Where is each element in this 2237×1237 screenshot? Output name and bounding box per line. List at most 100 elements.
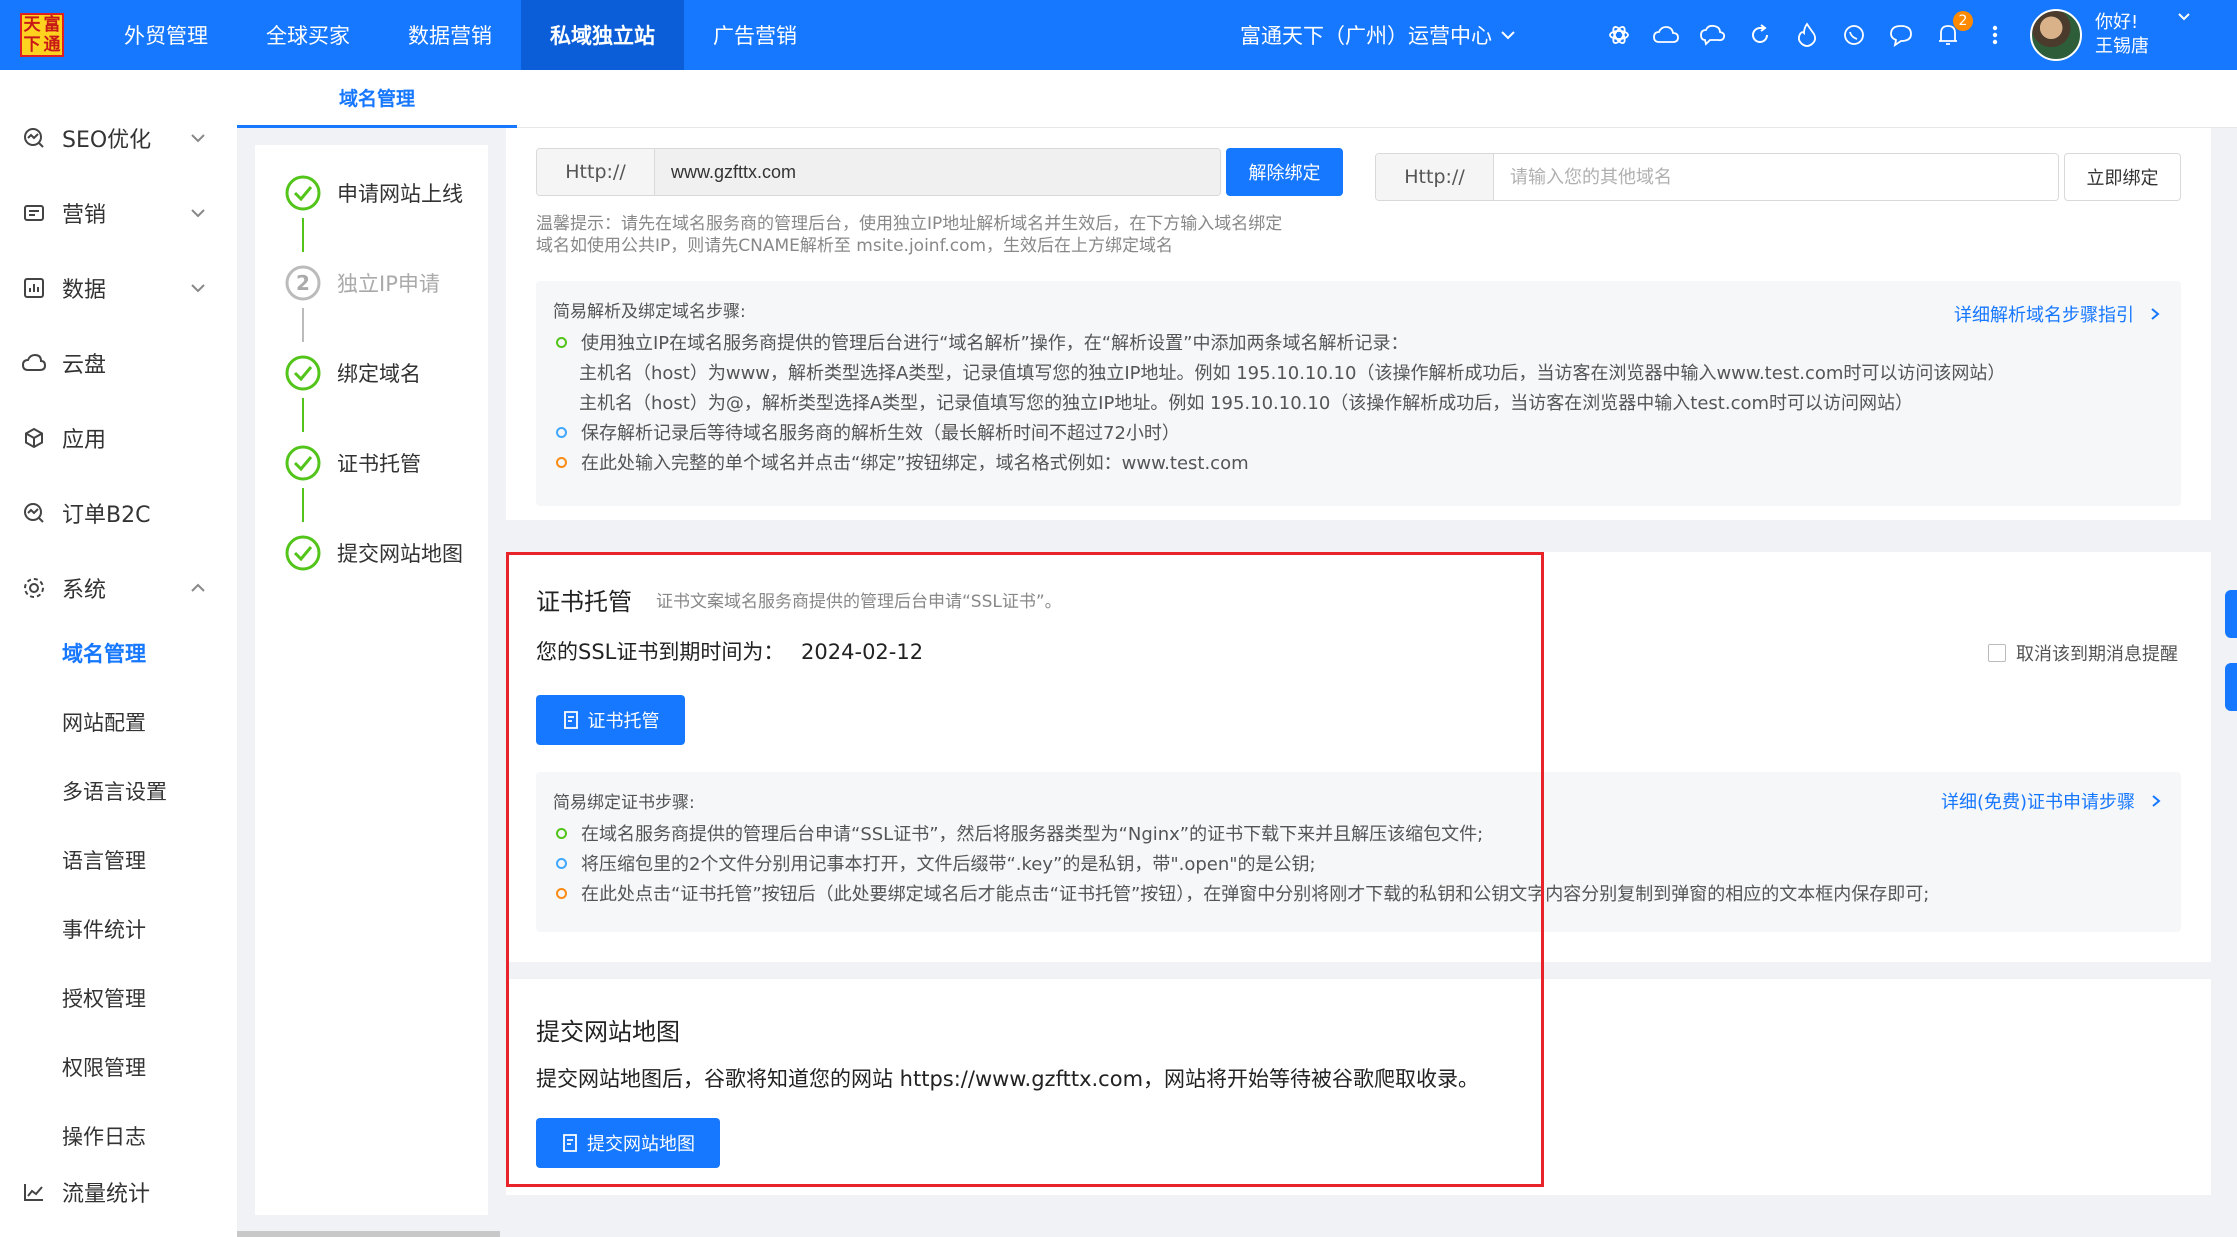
unbind-button[interactable]: 解除绑定: [1226, 148, 1343, 196]
step-submit-sitemap[interactable]: 提交网站地图: [285, 535, 463, 571]
sidebar-sub-authorization[interactable]: 授权管理: [0, 975, 237, 1021]
button-label: 证书托管: [587, 711, 660, 732]
step-connector: [302, 308, 304, 342]
dns-guide-title: 简易解析及绑定域名步骤:: [553, 302, 746, 322]
bound-domain-input[interactable]: [655, 149, 1220, 195]
cert-expiry: 您的SSL证书到期时间为： 2024-02-12: [536, 636, 923, 666]
bell-icon[interactable]: 2: [1934, 10, 1973, 49]
protocol-prefix: Http://: [537, 149, 655, 195]
sidebar-item-traffic[interactable]: 流量统计: [0, 1167, 237, 1217]
chevron-down-icon[interactable]: [2177, 12, 2191, 22]
nav-private-site[interactable]: 私域独立站: [521, 0, 684, 70]
dns-guide-substep: 主机名（host）为@，解析类型选择A类型，记录值填写您的独立IP地址。例如 1…: [579, 393, 1914, 414]
chat-icon[interactable]: [1887, 22, 1914, 49]
nav-foreign-trade[interactable]: 外贸管理: [95, 0, 237, 70]
refresh-icon[interactable]: [1746, 22, 1773, 49]
button-label: 提交网站地图: [587, 1134, 695, 1155]
step-dot: [556, 426, 567, 438]
step-number: 2: [296, 271, 310, 295]
edit-doc-icon: [563, 711, 578, 729]
submit-sitemap-button[interactable]: 提交网站地图: [536, 1118, 720, 1168]
step-ip-application[interactable]: 2 独立IP申请: [285, 265, 440, 301]
cert-guide-link[interactable]: 详细(免费)证书申请步骤: [1941, 788, 2161, 814]
marketing-icon: [22, 201, 46, 225]
step-connector: [302, 398, 304, 432]
sidebar-item-data[interactable]: 数据: [0, 263, 237, 313]
floating-side-tab[interactable]: [2225, 590, 2237, 638]
bind-now-button[interactable]: 立即绑定: [2064, 153, 2181, 201]
sidebar-sub-language-management[interactable]: 语言管理: [0, 837, 237, 883]
nav-ad-marketing[interactable]: 广告营销: [684, 0, 826, 70]
dns-guide-step: 在此处输入完整的单个域名并点击“绑定”按钮绑定，域名格式例如：www.test.…: [556, 449, 1249, 475]
sidebar-sub-event-stats[interactable]: 事件统计: [0, 906, 237, 952]
nav-data-marketing[interactable]: 数据营销: [379, 0, 521, 70]
cloud-chat-icon[interactable]: [1699, 22, 1726, 49]
tab-domain-management[interactable]: 域名管理: [237, 70, 517, 128]
step-dot: [556, 887, 567, 899]
sidebar-sub-multilang-settings[interactable]: 多语言设置: [0, 768, 237, 814]
app-icon: [22, 426, 46, 450]
cancel-reminder-checkbox[interactable]: 取消该到期消息提醒: [1988, 640, 2178, 666]
top-toolbar-icons: 2: [1605, 0, 2008, 70]
traffic-icon: [22, 1180, 46, 1204]
sidebar-item-orders[interactable]: 订单B2C: [0, 488, 237, 538]
cloud-icon[interactable]: [1652, 22, 1679, 49]
floating-side-tab[interactable]: [2225, 663, 2237, 711]
more-icon[interactable]: [1981, 22, 2008, 49]
step-bind-domain[interactable]: 绑定域名: [285, 355, 421, 391]
check-circle-icon: [285, 445, 321, 481]
domain-hint-line-1: 温馨提示：请先在域名服务商的管理后台，使用独立IP地址解析域名并生效后，在下方输…: [536, 214, 1283, 234]
dns-guide-box: 简易解析及绑定域名步骤: 详细解析域名步骤指引 使用独立IP在域名服务商提供的管…: [536, 281, 2181, 506]
dns-guide-link[interactable]: 详细解析域名步骤指引: [1954, 301, 2160, 327]
domain-bind-card: Http:// 解除绑定 Http:// 立即绑定 温馨提示：请先在域名服务商的…: [506, 128, 2211, 520]
step-text: 在域名服务商提供的管理后台申请“SSL证书”，然后将服务器类型为“Nginx”的…: [581, 824, 1484, 845]
step-apply-online[interactable]: 申请网站上线: [285, 175, 463, 211]
chevron-down-icon: [191, 134, 205, 143]
nav-global-buyers[interactable]: 全球买家: [237, 0, 379, 70]
sidebar-sub-domain-management[interactable]: 域名管理: [0, 630, 237, 676]
logo-char: 富: [43, 15, 61, 35]
user-avatar[interactable]: [2030, 9, 2082, 61]
step-cert-hosting[interactable]: 证书托管: [285, 445, 421, 481]
cert-hosting-button[interactable]: 证书托管: [536, 695, 685, 745]
sidebar-item-cloud-disk[interactable]: 云盘: [0, 338, 237, 388]
openai-icon[interactable]: [1605, 22, 1632, 49]
sidebar-sub-operation-log[interactable]: 操作日志: [0, 1113, 237, 1159]
sidebar-item-marketing[interactable]: 营销: [0, 188, 237, 238]
chevron-up-icon: [191, 583, 205, 592]
edit-doc-icon: [563, 1134, 577, 1152]
whatsapp-icon[interactable]: [1840, 22, 1867, 49]
check-circle-icon: [285, 535, 321, 571]
sidebar-sub-site-config[interactable]: 网站配置: [0, 699, 237, 745]
sub-item-label: 语言管理: [62, 849, 146, 873]
horizontal-scrollbar[interactable]: [237, 1231, 500, 1237]
user-info[interactable]: 你好! 王锡唐: [2095, 11, 2149, 59]
dns-guide-step: 保存解析记录后等待域名服务商的解析生效（最长解析时间不超过72小时）: [556, 419, 1180, 445]
protocol-prefix: Http://: [1376, 154, 1494, 200]
chevron-right-icon: [2151, 308, 2160, 320]
sub-item-label: 操作日志: [62, 1125, 146, 1149]
sidebar-item-seo[interactable]: SEO优化: [0, 113, 237, 163]
sidebar-item-system[interactable]: 系统: [0, 563, 237, 613]
cert-section-title: 证书托管: [536, 588, 632, 616]
org-selector[interactable]: 富通天下（广州）运营中心: [1240, 0, 1516, 70]
cert-guide-link-text: 详细(免费)证书申请步骤: [1941, 792, 2136, 813]
sitemap-section-title: 提交网站地图: [536, 1018, 680, 1046]
step-text: 将压缩包里的2个文件分别用记事本打开，文件后缀带“.key”的是私钥，带".op…: [581, 854, 1316, 875]
step-connector: [302, 488, 304, 522]
check-circle-icon: [285, 175, 321, 211]
step-dot: [556, 336, 567, 348]
brand-logo[interactable]: 天 富 下 通: [20, 13, 64, 57]
cert-guide-title: 简易绑定证书步骤:: [553, 793, 695, 813]
step-text: 使用独立IP在域名服务商提供的管理后台进行“域名解析”操作，在“解析设置”中添加…: [581, 333, 1409, 354]
sub-item-label: 权限管理: [62, 1056, 146, 1080]
other-domain-input[interactable]: [1494, 154, 2058, 200]
other-domain-field: Http://: [1375, 153, 2059, 201]
sidebar-sub-permissions[interactable]: 权限管理: [0, 1044, 237, 1090]
logo-char: 通: [43, 35, 61, 55]
sidebar-item-label: 营销: [62, 203, 107, 228]
fire-icon[interactable]: [1793, 22, 1820, 49]
checkbox[interactable]: [1988, 644, 2006, 662]
sidebar-item-apps[interactable]: 应用: [0, 413, 237, 463]
sidebar-item-label: 订单B2C: [62, 503, 151, 528]
